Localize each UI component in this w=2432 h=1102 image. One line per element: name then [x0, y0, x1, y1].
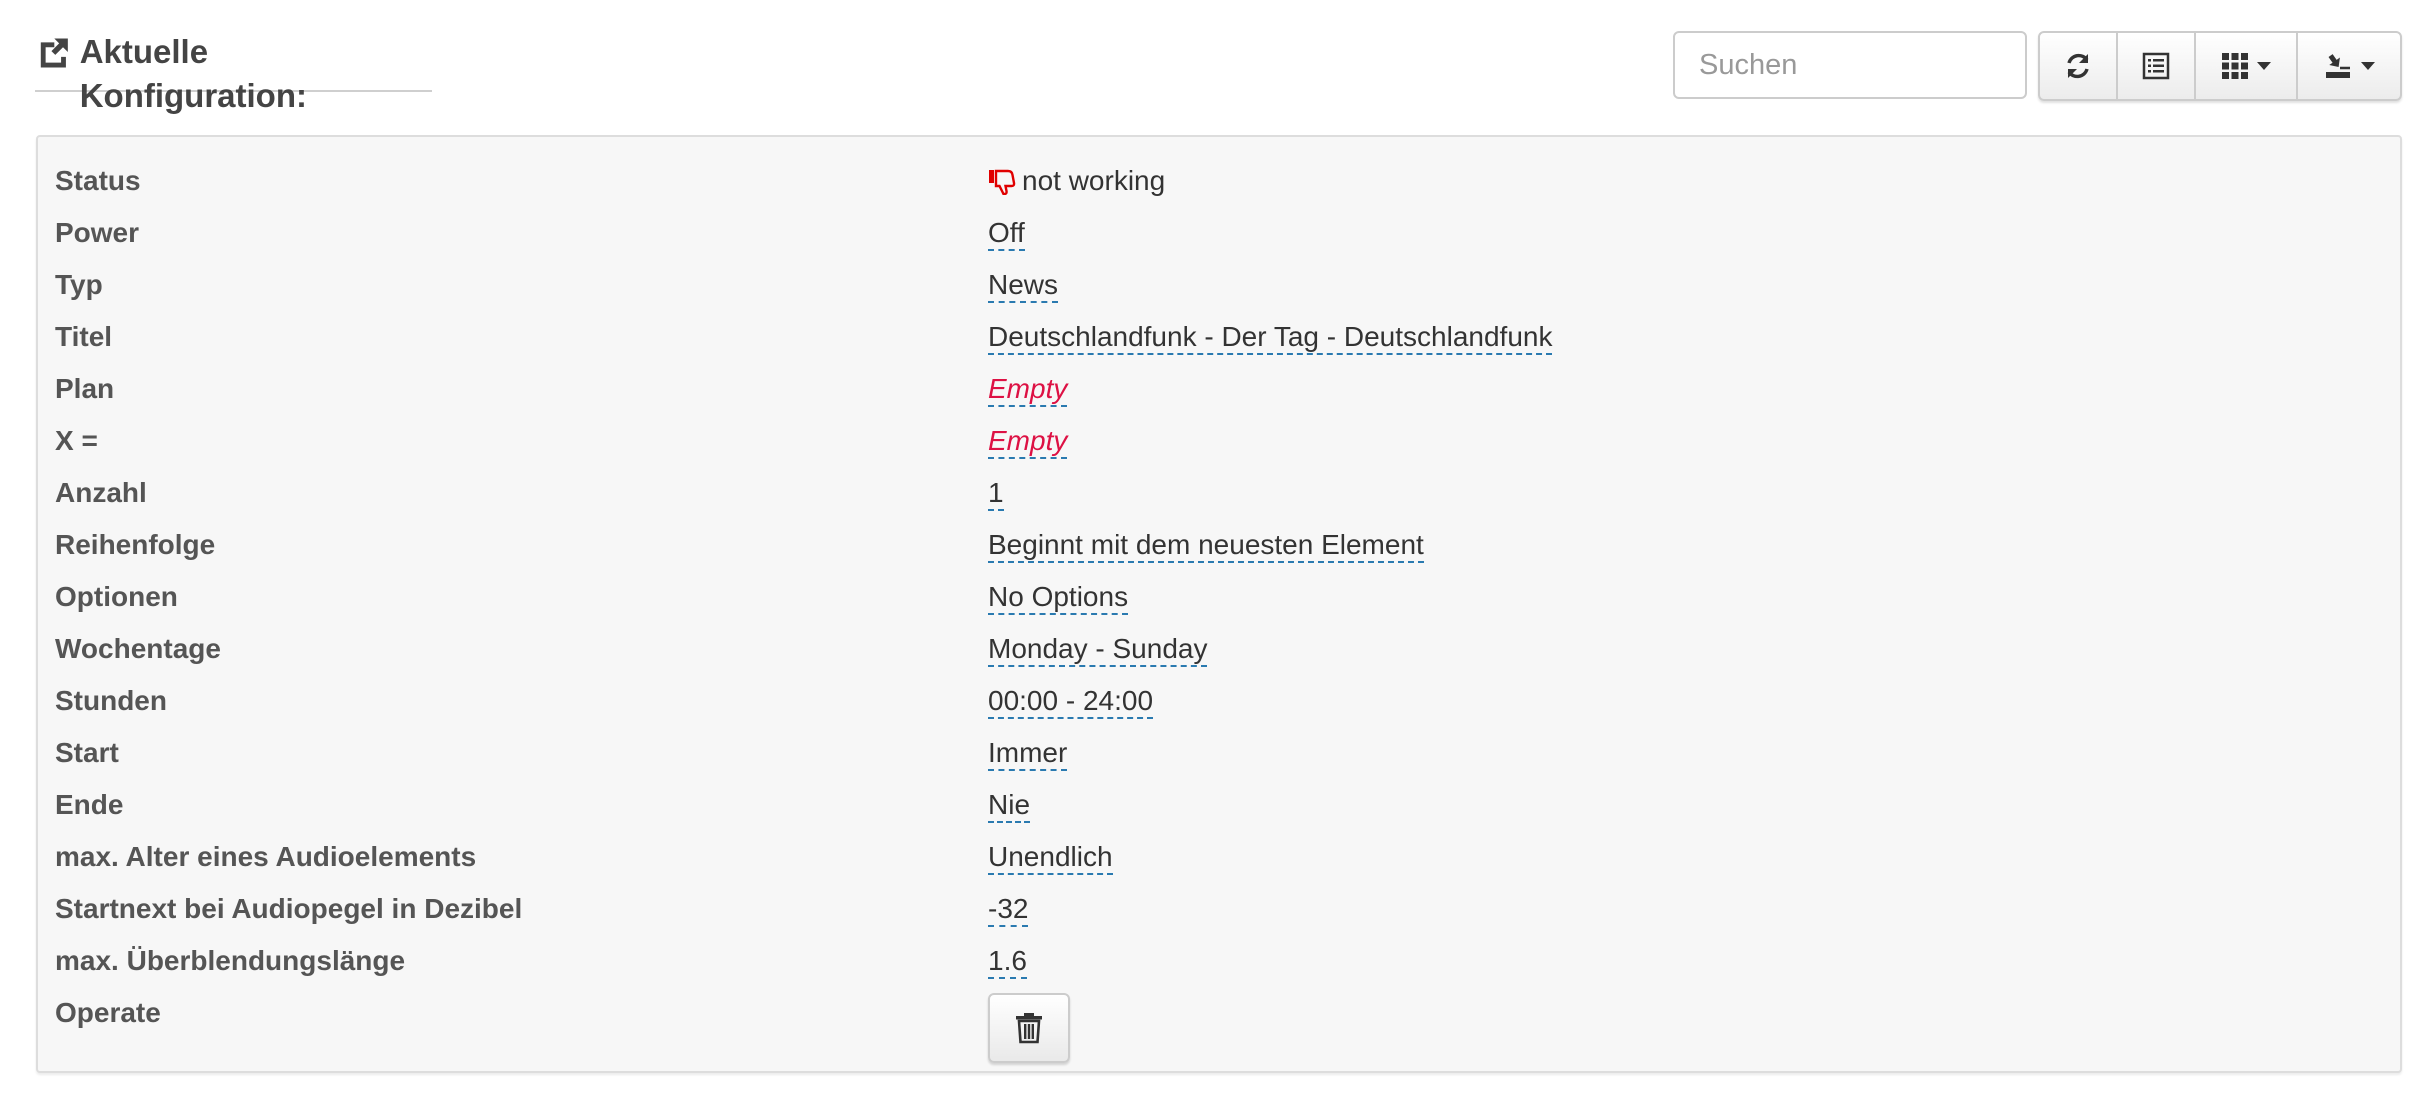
startnext-db-value[interactable]: -32: [988, 893, 1029, 927]
row-label: Operate: [55, 997, 161, 1028]
order-value[interactable]: Beginnt mit dem neuesten Element: [988, 529, 1424, 563]
row-label: Wochentage: [55, 633, 221, 664]
chevron-down-icon: [2257, 62, 2271, 70]
thumbs-down-icon: [989, 169, 1016, 195]
x-value[interactable]: Empty: [988, 425, 1068, 459]
row-label: max. Überblendungslänge: [55, 945, 406, 976]
toggle-view-button[interactable]: [2118, 33, 2196, 99]
table-row: Optionen No Options: [38, 571, 2400, 623]
table-row: max. Alter eines Audioelements Unendlich: [38, 831, 2400, 883]
row-label: Ende: [55, 789, 124, 820]
table-row: Status not working: [38, 155, 2400, 207]
columns-dropdown-button[interactable]: [2196, 33, 2298, 99]
row-label: Typ: [55, 269, 103, 300]
config-table: Status not working Power Off Typ News Ti…: [36, 135, 2402, 1073]
row-label: Plan: [55, 373, 115, 404]
table-row: Plan Empty: [38, 363, 2400, 415]
row-label: Optionen: [55, 581, 178, 612]
table-row: Titel Deutschlandfunk - Der Tag - Deutsc…: [38, 311, 2400, 363]
options-value[interactable]: No Options: [988, 581, 1129, 615]
hours-value[interactable]: 00:00 - 24:00: [988, 685, 1154, 719]
table-row: Start Immer: [38, 727, 2400, 779]
status-text: not working: [1022, 165, 1166, 196]
search-input[interactable]: [1673, 31, 2027, 99]
table-row: Typ News: [38, 259, 2400, 311]
row-label: Startnext bei Audiopegel in Dezibel: [55, 893, 523, 924]
type-value[interactable]: News: [988, 269, 1059, 303]
row-label: X =: [55, 425, 98, 456]
section-header: Aktuelle Konfiguration:: [35, 26, 432, 114]
columns-grid-icon: [2222, 53, 2248, 79]
export-icon: [2326, 54, 2350, 78]
row-label: Status: [55, 165, 141, 196]
chevron-down-icon: [2361, 62, 2375, 70]
page-title: Aktuelle Konfiguration:: [79, 33, 307, 114]
export-dropdown-button[interactable]: [2298, 33, 2400, 99]
row-label: Reihenfolge: [55, 529, 216, 560]
title-value[interactable]: Deutschlandfunk - Der Tag - Deutschlandf…: [988, 321, 1553, 355]
share-square-icon: [40, 38, 68, 68]
row-label: Titel: [55, 321, 113, 352]
crossfade-length-value[interactable]: 1.6: [988, 945, 1027, 979]
table-row: Wochentage Monday - Sunday: [38, 623, 2400, 675]
trash-icon: [1016, 1013, 1042, 1044]
power-value[interactable]: Off: [988, 217, 1025, 251]
list-view-icon: [2142, 52, 2170, 80]
table-row: X = Empty: [38, 415, 2400, 467]
table-row: Stunden 00:00 - 24:00: [38, 675, 2400, 727]
row-label: max. Alter eines Audioelements: [55, 841, 477, 872]
table-row: Operate: [38, 987, 2400, 1063]
row-label: Anzahl: [55, 477, 147, 508]
plan-value[interactable]: Empty: [988, 373, 1068, 407]
start-value[interactable]: Immer: [988, 737, 1068, 771]
count-value[interactable]: 1: [988, 477, 1004, 511]
row-label: Stunden: [55, 685, 167, 716]
refresh-button[interactable]: [2040, 33, 2118, 99]
status-value: not working: [988, 155, 1165, 207]
table-row: Power Off: [38, 207, 2400, 259]
row-label: Start: [55, 737, 119, 768]
weekdays-value[interactable]: Monday - Sunday: [988, 633, 1208, 667]
table-row: Reihenfolge Beginnt mit dem neuesten Ele…: [38, 519, 2400, 571]
row-label: Power: [55, 217, 140, 248]
refresh-icon: [2067, 53, 2089, 79]
end-value[interactable]: Nie: [988, 789, 1031, 823]
table-toolbar: [2038, 31, 2402, 101]
table-row: Ende Nie: [38, 779, 2400, 831]
table-row: Startnext bei Audiopegel in Dezibel -32: [38, 883, 2400, 935]
table-row: max. Überblendungslänge 1.6: [38, 935, 2400, 987]
max-age-value[interactable]: Unendlich: [988, 841, 1113, 875]
delete-button[interactable]: [988, 993, 1070, 1063]
table-row: Anzahl 1: [38, 467, 2400, 519]
